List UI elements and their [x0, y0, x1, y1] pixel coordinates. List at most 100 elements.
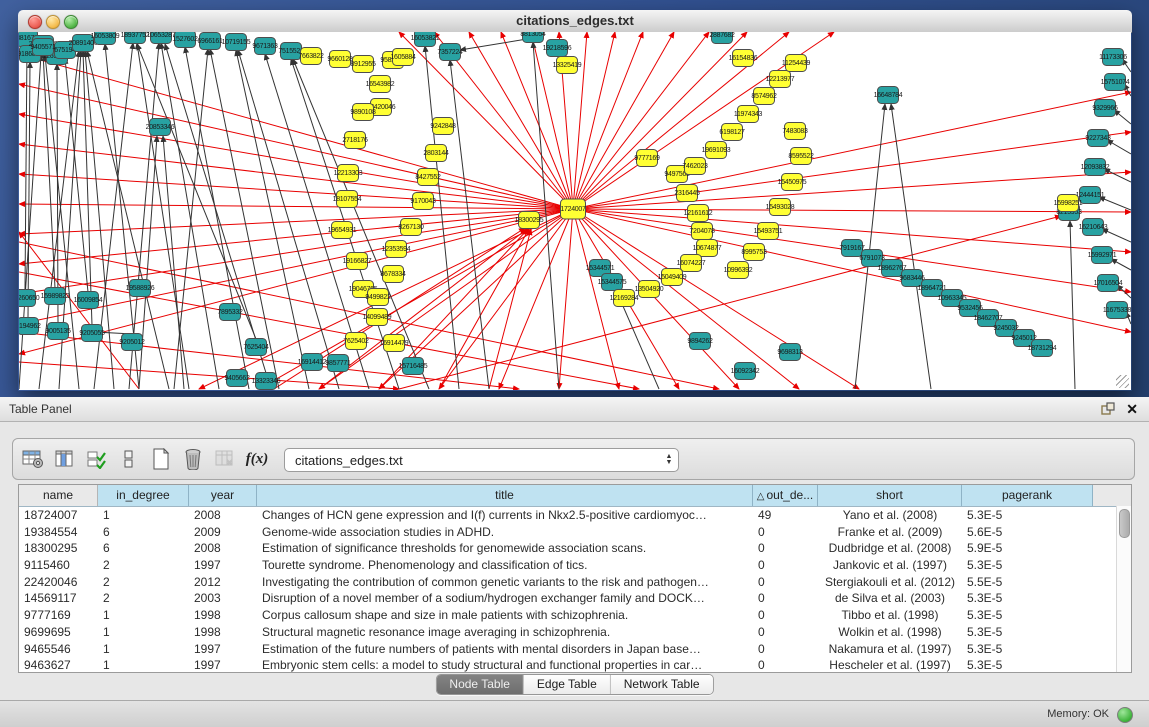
network-node[interactable]: 12213977 [766, 71, 795, 88]
cell-out_de[interactable]: 0 [753, 524, 818, 541]
network-node[interactable]: 9894262 [687, 333, 713, 350]
network-node[interactable]: 13323346 [252, 373, 281, 390]
cell-name[interactable]: 18724007 [19, 507, 98, 524]
cell-short[interactable]: Dudbridge et al. (2008) [818, 540, 962, 557]
cell-in_degree[interactable]: 1 [98, 641, 189, 658]
cell-in_degree[interactable]: 2 [98, 557, 189, 574]
network-node[interactable]: 6198127 [719, 124, 745, 141]
network-node[interactable]: 15344575 [598, 274, 627, 291]
network-node[interactable]: 2803144 [423, 145, 449, 162]
cell-in_degree[interactable]: 2 [98, 574, 189, 591]
float-panel-icon[interactable] [1101, 402, 1115, 416]
network-node[interactable]: 16543982 [366, 76, 395, 93]
table-row[interactable]: 977716911998Corpus callosum shape and si… [19, 607, 1131, 624]
cell-out_de[interactable]: 0 [753, 590, 818, 607]
network-node[interactable]: 7357224 [437, 44, 463, 61]
cell-title[interactable]: Tourette syndrome. Phenomenology and cla… [257, 557, 753, 574]
network-node[interactable]: 18937752 [121, 32, 150, 44]
network-node[interactable]: 11254439 [782, 55, 811, 72]
network-node[interactable]: 9405662 [224, 370, 250, 387]
cell-short[interactable]: Wolkin et al. (1998) [818, 624, 962, 641]
delete-table-icon[interactable] [181, 447, 205, 471]
column-visibility-icon[interactable] [53, 447, 77, 471]
network-node[interactable]: 17016504 [1094, 275, 1123, 292]
cell-name[interactable]: 18300295 [19, 540, 98, 557]
network-node[interactable]: 15049409 [658, 269, 687, 286]
table-row[interactable]: 946554611997Estimation of the future num… [19, 641, 1131, 658]
network-node[interactable]: 9890108 [350, 104, 376, 121]
cell-short[interactable]: Franke et al. (2009) [818, 524, 962, 541]
network-node[interactable]: 7663822 [298, 48, 324, 65]
network-node[interactable]: 9777169 [634, 150, 660, 167]
cell-year[interactable]: 1998 [189, 624, 257, 641]
cell-name[interactable]: 22420046 [19, 574, 98, 591]
cell-pagerank[interactable]: 5.3E-5 [962, 557, 1093, 574]
cell-out_de[interactable]: 49 [753, 507, 818, 524]
network-node[interactable]: 13325419 [553, 57, 582, 74]
cell-year[interactable]: 1998 [189, 607, 257, 624]
cell-pagerank[interactable]: 5.5E-5 [962, 574, 1093, 591]
tab-network-table[interactable]: Network Table [611, 675, 713, 694]
network-node[interactable]: 7204078 [689, 223, 715, 240]
close-panel-icon[interactable]: ✕ [1126, 401, 1138, 417]
network-node[interactable]: 9405571 [30, 39, 56, 56]
cell-out_de[interactable]: 0 [753, 607, 818, 624]
cell-year[interactable]: 1997 [189, 657, 257, 673]
cell-pagerank[interactable]: 5.3E-5 [962, 590, 1093, 607]
cell-name[interactable]: 9465546 [19, 641, 98, 658]
network-node[interactable]: 11974343 [734, 106, 763, 123]
network-node[interactable]: 8267130 [398, 219, 424, 236]
scrollbar-thumb[interactable] [1119, 509, 1130, 538]
cell-pagerank[interactable]: 5.3E-5 [962, 641, 1093, 658]
network-node[interactable]: 19218596 [543, 40, 572, 57]
network-node[interactable]: 16092342 [731, 363, 760, 380]
network-node[interactable]: 1724007 [560, 199, 586, 219]
cell-out_de[interactable]: 0 [753, 624, 818, 641]
tab-node-table[interactable]: Node Table [436, 675, 524, 694]
cell-title[interactable]: Investigating the contribution of common… [257, 574, 753, 591]
network-node[interactable]: 15716485 [399, 358, 428, 375]
network-node[interactable]: 9671363 [252, 38, 278, 55]
network-node[interactable]: 19166827 [343, 253, 372, 270]
tab-edge-table[interactable]: Edge Table [524, 675, 611, 694]
network-node[interactable]: 12169284 [610, 290, 639, 307]
network-node[interactable]: 8678334 [380, 266, 406, 283]
network-node[interactable]: 11675338 [1103, 302, 1131, 319]
network-node[interactable]: 7625402 [343, 333, 369, 350]
network-node[interactable]: 7895332 [217, 304, 243, 321]
network-node[interactable]: 16053809 [91, 32, 120, 45]
cell-year[interactable]: 2009 [189, 524, 257, 541]
network-node[interactable]: 14099489 [363, 309, 392, 326]
network-node[interactable]: 7625404 [243, 339, 269, 356]
network-node[interactable]: 15992971 [1088, 247, 1117, 264]
network-node[interactable]: 9205055 [79, 325, 105, 342]
network-node[interactable]: 9660128 [327, 51, 353, 68]
cell-name[interactable]: 9463627 [19, 657, 98, 673]
network-node[interactable]: 2316445 [674, 185, 700, 202]
network-node[interactable]: 11173306 [1099, 49, 1127, 66]
cell-year[interactable]: 2003 [189, 590, 257, 607]
cell-title[interactable]: Structural magnetic resonance image aver… [257, 624, 753, 641]
table-row[interactable]: 911546021997Tourette syndrome. Phenomeno… [19, 557, 1131, 574]
network-node[interactable]: 10674877 [693, 240, 722, 257]
select-all-columns-icon[interactable] [85, 447, 109, 471]
cell-short[interactable]: Nakamura et al. (1997) [818, 641, 962, 658]
column-header-short[interactable]: short [818, 485, 962, 506]
network-node[interactable]: 8595522 [788, 148, 814, 165]
cell-pagerank[interactable]: 5.9E-5 [962, 540, 1093, 557]
network-node[interactable]: 1605884 [390, 49, 416, 66]
cell-title[interactable]: Corpus callosum shape and size in male p… [257, 607, 753, 624]
cell-pagerank[interactable]: 5.3E-5 [962, 507, 1093, 524]
network-node[interactable]: 8427552 [415, 169, 441, 186]
network-node[interactable]: 12161612 [684, 205, 713, 222]
cell-short[interactable]: de Silva et al. (2003) [818, 590, 962, 607]
network-node[interactable]: 10653287 [147, 32, 176, 44]
cell-title[interactable]: Embryonic stem cells: a model to study s… [257, 657, 753, 673]
network-node[interactable]: 19654931 [328, 222, 357, 239]
cell-year[interactable]: 1997 [189, 641, 257, 658]
network-node[interactable]: 15998251 [1054, 195, 1083, 212]
cell-name[interactable]: 19384554 [19, 524, 98, 541]
network-node[interactable]: 15450975 [778, 174, 807, 191]
network-node[interactable]: 15493751 [754, 223, 783, 240]
cell-name[interactable]: 9777169 [19, 607, 98, 624]
